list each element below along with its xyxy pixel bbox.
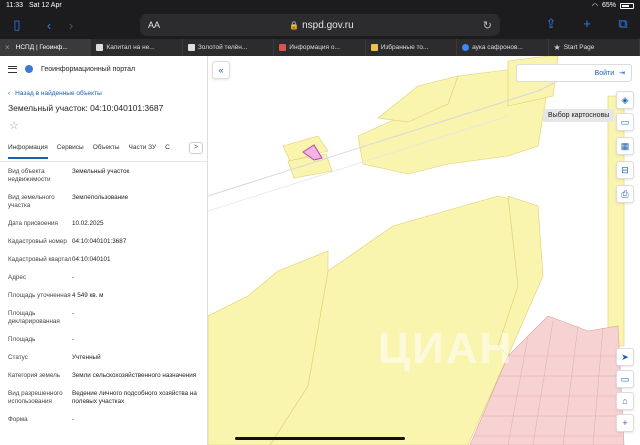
- sidebar-icon[interactable]: ▯: [6, 17, 28, 33]
- reader-mode-button[interactable]: AA: [148, 20, 160, 30]
- back-to-results-link[interactable]: ‹ Назад в найденные объекты: [0, 82, 207, 97]
- home-indicator: [235, 437, 405, 440]
- reload-icon[interactable]: ↻: [483, 19, 492, 32]
- portal-header: Геоинформационный портал: [0, 56, 207, 82]
- tab-nspd[interactable]: × НСПД | Геоинф...: [0, 39, 92, 56]
- ruler-icon[interactable]: ⊟: [616, 161, 634, 179]
- property-row: Вид разрешенного использования Ведение ли…: [8, 390, 197, 405]
- grid-icon[interactable]: ▦: [616, 137, 634, 155]
- tab-favicon-icon: [370, 44, 378, 51]
- chevron-left-icon: ‹: [8, 90, 11, 97]
- layers-icon[interactable]: ◈: [616, 91, 634, 109]
- property-row: Кадастровый квартал 04:10:040101: [8, 256, 111, 263]
- portal-logo-icon: [25, 65, 33, 73]
- measure-icon[interactable]: ▭: [616, 370, 634, 388]
- print-icon[interactable]: ⎙: [616, 185, 634, 203]
- collapse-panel-button[interactable]: «: [212, 61, 230, 79]
- forward-arrow-icon[interactable]: ›: [60, 18, 82, 33]
- tab-more-truncated[interactable]: С: [165, 144, 170, 157]
- tabs-scroll-right-button[interactable]: >: [189, 142, 203, 154]
- tab-services[interactable]: Сервисы: [57, 144, 84, 157]
- property-row: Статус Учтенный: [8, 354, 101, 361]
- tab-favicon-icon: [96, 44, 104, 51]
- battery-icon: [620, 2, 634, 9]
- property-row: Категория земель Земли сельскохозяйственн…: [8, 372, 197, 379]
- property-row: Дата присвоения 10.02.2025: [8, 220, 104, 227]
- battery-percent: 65%: [601, 2, 616, 9]
- tab-land-parts[interactable]: Части ЗУ: [129, 144, 157, 157]
- login-button[interactable]: Войти ⇥: [516, 64, 632, 82]
- basemap-icon[interactable]: ▭: [616, 113, 634, 131]
- tab-objects[interactable]: Объекты: [93, 144, 120, 157]
- close-tab-icon[interactable]: ×: [5, 43, 10, 52]
- address-bar[interactable]: AA 🔒 nspd.gov.ru ↻: [140, 14, 500, 36]
- favorite-star-icon[interactable]: ☆: [0, 113, 207, 132]
- property-row: Кадастровый номер 04:10:040101:3687: [8, 238, 127, 245]
- property-row: Площадь -: [8, 336, 75, 343]
- info-tabs: Информация Сервисы Объекты Части ЗУ С >: [0, 136, 207, 162]
- tab-information[interactable]: Информация: [8, 144, 48, 159]
- property-row: Адрес -: [8, 274, 75, 281]
- portal-title: Геоинформационный портал: [41, 65, 136, 73]
- tab-zolotoy[interactable]: Золотой телён...: [183, 39, 275, 56]
- property-row: Площадь декларированная -: [8, 310, 75, 325]
- cian-watermark: ЦИАН: [378, 324, 514, 373]
- tab-google-search[interactable]: аука сафронов...: [457, 39, 549, 56]
- url-text: nspd.gov.ru: [302, 19, 354, 31]
- zoom-in-icon[interactable]: +: [616, 414, 634, 432]
- property-row: Площадь уточненная 4 549 кв. м: [8, 292, 104, 299]
- star-icon: ★: [553, 43, 561, 52]
- tab-izbrannye[interactable]: Избранные то...: [366, 39, 458, 56]
- cadastral-map[interactable]: « Войти ⇥ ◈ ▭ Выбор картосновы ▦ ⊟ ⎙ ➤ ▭…: [208, 56, 640, 445]
- tab-informatsiya[interactable]: Информация о...: [274, 39, 366, 56]
- tab-kapital[interactable]: Капитал на не...: [91, 39, 183, 56]
- menu-icon[interactable]: [8, 65, 17, 73]
- tabs-overview-icon[interactable]: ⧉: [612, 16, 634, 32]
- login-icon: ⇥: [619, 70, 625, 77]
- tab-favicon-icon: [279, 44, 287, 51]
- lock-icon: 🔒: [289, 20, 300, 30]
- status-time: 11:33: [6, 2, 23, 9]
- property-list: Вид объекта недвижимости Земельный участо…: [0, 162, 207, 424]
- wifi-icon: ◠: [591, 2, 598, 10]
- back-arrow-icon[interactable]: ‹: [38, 18, 60, 33]
- browser-toolbar: ▯ ‹ › AA 🔒 nspd.gov.ru ↻ ⇪ + ⧉: [0, 11, 640, 39]
- object-info-panel: Геоинформационный портал ‹ Назад в найде…: [0, 56, 208, 445]
- property-row: Вид земельного участка Землепользование: [8, 194, 129, 209]
- browser-tabs: × НСПД | Геоинф... Капитал на не... Золо…: [0, 39, 640, 56]
- status-bar: 11:33 Sat 12 Apr ◠ 65%: [0, 0, 640, 11]
- status-date: Sat 12 Apr: [29, 2, 62, 9]
- basemap-tooltip: Выбор картосновы: [543, 109, 615, 122]
- object-title: Земельный участок: 04:10:040101:3687: [8, 103, 164, 113]
- locate-icon[interactable]: ➤: [616, 348, 634, 366]
- tab-start-page[interactable]: ★ Start Page: [549, 39, 640, 56]
- property-row: Вид объекта недвижимости Земельный участо…: [8, 168, 130, 183]
- property-row: Форма -: [8, 416, 75, 423]
- new-tab-icon[interactable]: +: [576, 16, 598, 32]
- home-icon[interactable]: ⌂: [616, 392, 634, 410]
- google-icon: [462, 44, 470, 51]
- tab-favicon-icon: [187, 44, 195, 51]
- share-icon[interactable]: ⇪: [540, 16, 562, 32]
